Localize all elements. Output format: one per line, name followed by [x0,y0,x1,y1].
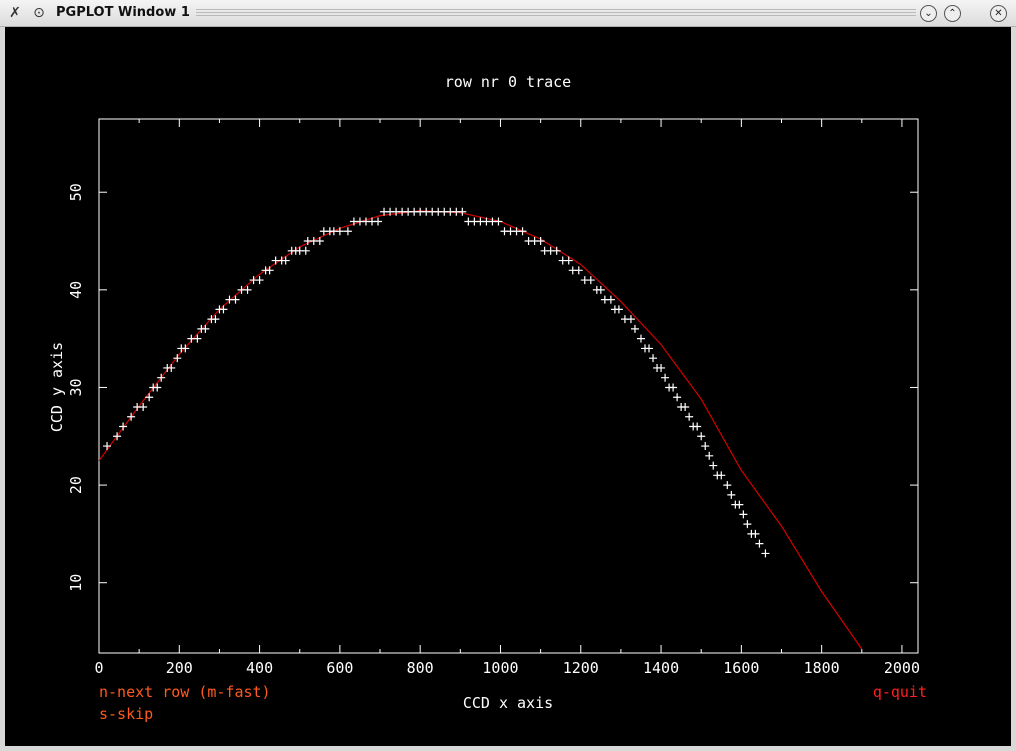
trace-point [586,276,595,285]
trace-point [709,461,718,470]
trace-point [574,266,583,275]
x-tick-label: 400 [246,659,273,677]
x-tick-label: 1600 [723,659,759,677]
trace-point [669,383,678,392]
trace-point [701,442,710,451]
x-tick-label: 600 [326,659,353,677]
help-quit: q-quit [873,683,927,701]
plot-canvas[interactable]: row nr 0 trace CCD x axis CCD y axis n-n… [5,27,1011,746]
y-axis-label: CCD y axis [48,342,66,432]
trace-point [681,402,690,411]
trace-point [761,549,770,558]
trace-point [374,217,383,226]
trace-point [564,256,573,265]
trace-point [626,315,635,324]
trace-point [494,217,503,226]
trace-point [265,266,274,275]
y-tick-label: 10 [67,574,85,592]
trace-point [735,500,744,509]
trace-point [743,520,752,529]
trace-point [727,490,736,499]
trace-fit-line [98,210,863,650]
trace-plot: row nr 0 trace CCD x axis CCD y axis n-n… [48,73,927,723]
y-tick-label: 40 [67,281,85,299]
trace-point [219,305,228,314]
trace-point [458,207,467,216]
trace-point [693,422,702,431]
pin-icon[interactable]: ⊙ [30,4,48,22]
trace-point [630,324,639,333]
x11-logo-icon[interactable]: ✗ [6,4,24,22]
plot-title: row nr 0 trace [445,73,571,91]
trace-point [343,227,352,236]
trace-point [685,412,694,421]
y-tick-label: 20 [67,476,85,494]
trace-point [697,432,706,441]
trace-point [649,354,658,363]
plot-frame [98,118,919,654]
trace-point [103,442,112,451]
window-title: PGPLOT Window 1 [56,5,190,20]
y-tick-label: 50 [67,183,85,201]
minimize-icon[interactable]: ⌄ [920,5,937,22]
help-skip: s-skip [99,705,153,723]
y-tick-label: 30 [67,378,85,396]
x-tick-label: 200 [166,659,193,677]
trace-point [193,334,202,343]
close-icon[interactable]: ✕ [990,5,1007,22]
trace-point [751,529,760,538]
x-tick-label: 0 [94,659,103,677]
help-next-row: n-next row (m-fast) [99,683,271,701]
trace-point [315,237,324,246]
trace-point [755,539,764,548]
x-tick-label: 2000 [884,659,920,677]
trace-point [145,393,154,402]
trace-point [723,481,732,490]
trace-point [167,363,176,372]
trace-point [717,471,726,480]
x-tick-label: 1800 [804,659,840,677]
maximize-icon[interactable]: ⌃ [944,5,961,22]
trace-point [596,285,605,294]
titlebar-grip[interactable] [196,9,916,17]
trace-point [606,295,615,304]
trace-point [201,324,210,333]
trace-point [614,305,623,314]
trace-point [673,393,682,402]
trace-point [739,510,748,519]
trace-point [661,373,670,382]
trace-point [657,363,666,372]
trace-point [518,227,527,236]
trace-point [335,227,344,236]
trace-point [705,451,714,460]
trace-point [645,344,654,353]
trace-point [231,295,240,304]
x-tick-label: 1000 [482,659,518,677]
trace-point [301,246,310,255]
x-tick-label: 1400 [643,659,679,677]
x-axis-label: CCD x axis [463,694,553,712]
trace-point [636,334,645,343]
window-titlebar[interactable]: ✗ ⊙ PGPLOT Window 1 ⌄ ⌃ ✕ [0,0,1016,27]
x-tick-label: 800 [407,659,434,677]
trace-point [153,383,162,392]
x-tick-label: 1200 [563,659,599,677]
